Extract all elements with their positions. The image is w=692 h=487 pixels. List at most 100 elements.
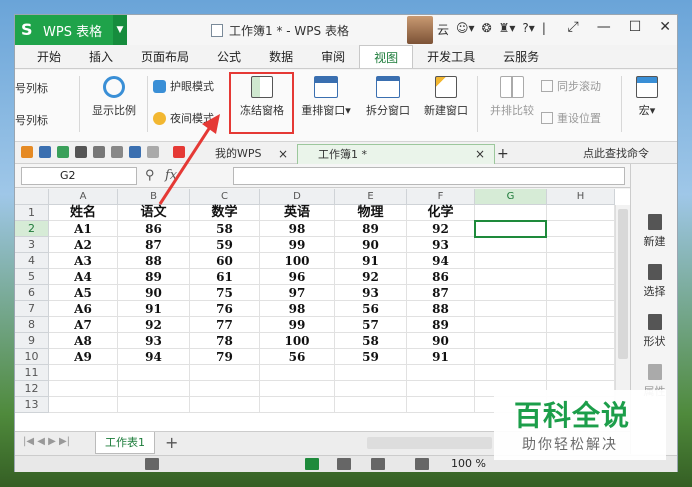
help-icon[interactable]: ?▾ <box>522 21 534 38</box>
table-cell[interactable]: 75 <box>190 285 260 301</box>
eye-view-icon[interactable] <box>415 458 429 470</box>
close-icon[interactable]: × <box>475 144 485 164</box>
column-header-e[interactable]: E <box>335 189 407 205</box>
table-cell[interactable]: 87 <box>407 285 475 301</box>
table-cell[interactable] <box>407 365 475 381</box>
tab-view[interactable]: 视图 <box>359 45 414 68</box>
table-cell[interactable] <box>190 381 260 397</box>
row-header[interactable]: 5 <box>15 269 49 285</box>
table-cell[interactable]: 姓名 <box>49 205 118 221</box>
table-cell[interactable]: 87 <box>118 237 190 253</box>
row-header[interactable]: 1 <box>15 205 49 221</box>
table-cell[interactable] <box>475 301 547 317</box>
table-cell[interactable] <box>547 237 615 253</box>
table-cell[interactable] <box>547 301 615 317</box>
table-cell[interactable]: 物理 <box>335 205 407 221</box>
table-cell[interactable] <box>49 397 118 413</box>
table-cell[interactable]: 58 <box>335 333 407 349</box>
page-break-view-icon[interactable] <box>337 458 351 470</box>
table-cell[interactable]: 59 <box>335 349 407 365</box>
table-cell[interactable] <box>547 205 615 221</box>
table-cell[interactable]: 化学 <box>407 205 475 221</box>
table-cell[interactable] <box>118 381 190 397</box>
table-cell[interactable] <box>547 317 615 333</box>
table-cell[interactable]: 60 <box>190 253 260 269</box>
table-cell[interactable]: A4 <box>49 269 118 285</box>
table-cell[interactable]: 100 <box>260 253 335 269</box>
macro-button[interactable]: 宏▾ <box>627 76 667 118</box>
new-window-button[interactable]: 新建窗口 <box>419 76 473 118</box>
minimize-button[interactable]: — <box>597 19 611 35</box>
split-window-button[interactable]: 拆分窗口 <box>361 76 415 118</box>
tab-page-layout[interactable]: 页面布局 <box>127 45 203 68</box>
panel-shape[interactable]: 形状 <box>631 314 678 349</box>
table-cell[interactable] <box>260 365 335 381</box>
chevron-down-icon[interactable]: ▼ <box>113 15 127 45</box>
print-preview-icon[interactable] <box>93 146 105 158</box>
close-icon[interactable]: × <box>278 144 288 164</box>
selected-cell-g2[interactable] <box>474 220 547 238</box>
save-icon[interactable] <box>39 146 51 158</box>
table-cell[interactable]: 98 <box>260 221 335 237</box>
table-cell[interactable] <box>547 221 615 237</box>
table-cell[interactable]: 98 <box>260 301 335 317</box>
table-cell[interactable]: 76 <box>190 301 260 317</box>
table-cell[interactable] <box>475 333 547 349</box>
column-header-h[interactable]: H <box>547 189 615 205</box>
tab-review[interactable]: 审阅 <box>307 45 359 68</box>
table-cell[interactable]: 58 <box>190 221 260 237</box>
table-cell[interactable]: A1 <box>49 221 118 237</box>
macro-record-icon[interactable] <box>145 458 159 470</box>
format-painter-icon[interactable] <box>111 146 123 158</box>
table-cell[interactable]: 94 <box>118 349 190 365</box>
horizontal-scrollbar[interactable] <box>367 437 492 449</box>
name-box[interactable]: G2 <box>21 167 137 185</box>
select-all-corner[interactable] <box>15 189 49 205</box>
table-cell[interactable] <box>547 285 615 301</box>
close-button[interactable]: ✕ <box>659 19 671 35</box>
side-by-side-button[interactable]: 并排比较 <box>483 76 541 118</box>
reset-position-button[interactable]: 重设位置 <box>541 110 601 126</box>
table-cell[interactable]: 93 <box>118 333 190 349</box>
table-cell[interactable]: 英语 <box>260 205 335 221</box>
table-cell[interactable]: 99 <box>260 237 335 253</box>
rearrange-window-button[interactable]: 重排窗口▾ <box>297 76 355 118</box>
table-cell[interactable]: 90 <box>118 285 190 301</box>
table-cell[interactable]: 91 <box>407 349 475 365</box>
row-header[interactable]: 8 <box>15 317 49 333</box>
table-cell[interactable] <box>190 365 260 381</box>
table-cell[interactable] <box>475 365 547 381</box>
table-cell[interactable]: 93 <box>407 237 475 253</box>
table-cell[interactable] <box>407 381 475 397</box>
table-cell[interactable]: A7 <box>49 317 118 333</box>
table-cell[interactable] <box>335 381 407 397</box>
table-cell[interactable] <box>335 365 407 381</box>
table-cell[interactable]: 92 <box>335 269 407 285</box>
restore-icon[interactable]: ⤢ <box>568 19 579 35</box>
table-cell[interactable]: 61 <box>190 269 260 285</box>
tab-cloud[interactable]: 云服务 <box>489 45 553 68</box>
table-cell[interactable]: 89 <box>118 269 190 285</box>
table-cell[interactable]: 57 <box>335 317 407 333</box>
table-cell[interactable] <box>547 269 615 285</box>
table-cell[interactable] <box>407 397 475 413</box>
panel-select[interactable]: 选择 <box>631 264 678 299</box>
table-cell[interactable]: A6 <box>49 301 118 317</box>
tab-workbook[interactable]: 工作簿1 * <box>297 144 495 164</box>
avatar[interactable] <box>407 16 433 44</box>
tab-formula[interactable]: 公式 <box>203 45 255 68</box>
row-header[interactable]: 10 <box>15 349 49 365</box>
zoom-ratio-button[interactable]: 显示比例 <box>85 76 143 118</box>
table-cell[interactable]: 91 <box>118 301 190 317</box>
table-cell[interactable] <box>475 285 547 301</box>
zoom-level[interactable]: 100 % <box>451 457 486 470</box>
tab-data[interactable]: 数据 <box>255 45 307 68</box>
normal-view-icon[interactable] <box>305 458 319 470</box>
column-header-d[interactable]: D <box>260 189 335 205</box>
table-cell[interactable]: 94 <box>407 253 475 269</box>
maximize-button[interactable]: ☐ <box>629 19 642 35</box>
table-cell[interactable]: A2 <box>49 237 118 253</box>
row-header[interactable]: 3 <box>15 237 49 253</box>
table-cell[interactable]: 90 <box>407 333 475 349</box>
table-cell[interactable] <box>475 253 547 269</box>
